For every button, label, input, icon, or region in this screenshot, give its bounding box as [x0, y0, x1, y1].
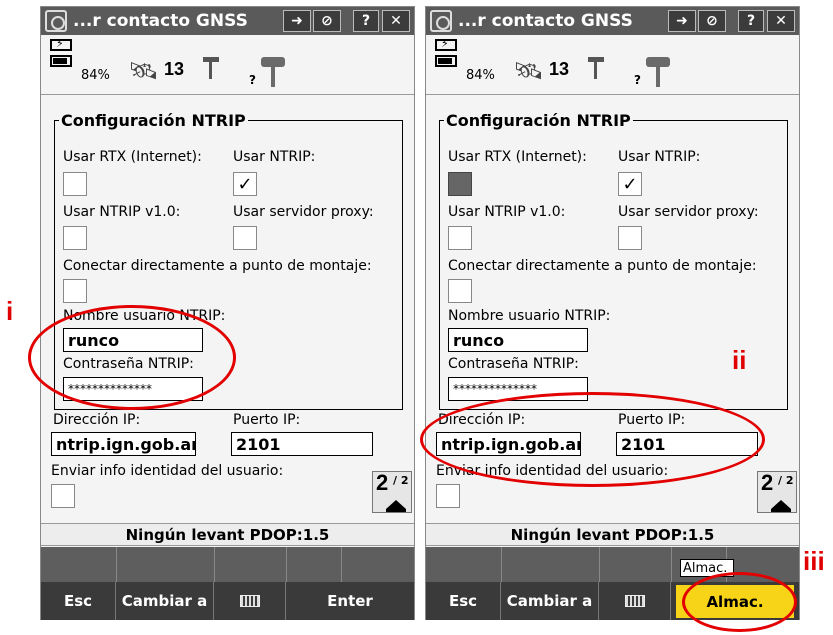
disable-icon[interactable]: ⊘ [313, 10, 341, 32]
group-title: Configuración NTRIP [59, 111, 248, 130]
close-button[interactable]: ✕ [382, 10, 410, 32]
receiver-icon[interactable] [259, 57, 287, 87]
page-indicator-button[interactable]: 2 / 2 [757, 470, 797, 513]
satellite-icon[interactable]: 🛰 [128, 57, 158, 85]
status-bar: 84% 🛰 13 ? [426, 35, 799, 95]
ip-address-field[interactable]: ntrip.ign.gob.ar [51, 432, 196, 456]
trimble-logo-icon[interactable] [430, 10, 452, 32]
use-rtx-checkbox[interactable] [63, 172, 87, 196]
send-identity-checkbox[interactable] [51, 484, 75, 508]
title-bar: ...r contacto GNSS ➜ ⊘ ? ✕ [41, 7, 414, 35]
trimble-screen-right: ...r contacto GNSS ➜ ⊘ ? ✕ 84% 🛰 13 ? Co… [425, 6, 800, 620]
annotation-oval-iii [682, 572, 797, 632]
annotation-oval-ii [420, 392, 765, 487]
enter-button[interactable]: Enter [286, 582, 414, 620]
page-total: / 2 [393, 474, 409, 487]
satellite-count: 13 [549, 59, 570, 79]
ip-address-label: Dirección IP: [53, 412, 141, 428]
page-up-icon [771, 500, 791, 512]
ip-port-label: Puerto IP: [233, 412, 301, 428]
battery-icon[interactable] [50, 37, 76, 69]
connect-mount-label: Conectar directamente a punto de montaje… [448, 258, 757, 274]
use-proxy-checkbox[interactable] [233, 226, 257, 250]
use-ntrip-v1-label: Usar NTRIP v1.0: [448, 204, 566, 220]
softkey-row: Esc Cambiar a Enter [41, 582, 414, 620]
switch-to-button[interactable]: Cambiar a [116, 582, 214, 620]
keyboard-button[interactable] [214, 582, 286, 620]
use-ntrip-label: Usar NTRIP: [233, 149, 316, 165]
battery-icon[interactable] [435, 37, 461, 69]
receiver-icon[interactable] [644, 57, 672, 87]
page-current: 2 [761, 470, 774, 495]
connect-mount-label: Conectar directamente a punto de montaje… [63, 258, 372, 274]
keyboard-icon [239, 595, 260, 607]
use-proxy-label: Usar servidor proxy: [618, 204, 759, 220]
disable-icon[interactable]: ⊘ [698, 10, 726, 32]
trimble-logo-icon[interactable] [45, 10, 67, 32]
group-title: Configuración NTRIP [444, 111, 633, 130]
use-ntrip-checkbox[interactable]: ✓ [618, 172, 642, 196]
close-button[interactable]: ✕ [767, 10, 795, 32]
softkey-upper-row [41, 547, 414, 582]
antenna-icon[interactable] [586, 55, 606, 79]
connect-icon[interactable]: ➜ [668, 10, 696, 32]
password-label: Contraseña NTRIP: [448, 356, 579, 372]
annotation-i: i [6, 296, 14, 326]
username-field[interactable]: runco [448, 328, 588, 352]
ip-port-field[interactable]: 2101 [231, 432, 373, 456]
connect-mount-checkbox[interactable] [63, 279, 87, 303]
status-bar: 84% 🛰 13 ? [41, 35, 414, 95]
window-title: ...r contacto GNSS [73, 11, 248, 31]
satellite-count: 13 [164, 59, 185, 79]
keyboard-icon [624, 595, 645, 607]
satellite-icon[interactable]: 🛰 [513, 57, 543, 85]
switch-to-button[interactable]: Cambiar a [501, 582, 599, 620]
use-ntrip-v1-checkbox[interactable] [63, 226, 87, 250]
page-up-icon [386, 500, 406, 512]
use-ntrip-v1-checkbox[interactable] [448, 226, 472, 250]
use-rtx-checkbox[interactable] [448, 172, 472, 196]
use-rtx-label: Usar RTX (Internet): [448, 149, 587, 165]
send-identity-checkbox[interactable] [436, 484, 460, 508]
keyboard-button[interactable] [599, 582, 671, 620]
use-ntrip-label: Usar NTRIP: [618, 149, 701, 165]
annotation-oval-i [28, 305, 236, 410]
send-identity-label: Enviar info identidad del usuario: [51, 463, 284, 479]
battery-percentage: 84% [466, 68, 495, 83]
use-ntrip-checkbox[interactable]: ✓ [233, 172, 257, 196]
connect-icon[interactable]: ➜ [283, 10, 311, 32]
use-ntrip-v1-label: Usar NTRIP v1.0: [63, 204, 181, 220]
page-total: / 2 [778, 474, 794, 487]
survey-status-line: Ningún levant PDOP:1.5 [426, 523, 799, 546]
esc-button[interactable]: Esc [41, 582, 116, 620]
username-label: Nombre usuario NTRIP: [448, 308, 611, 324]
annotation-ii: ii [732, 345, 747, 375]
page-current: 2 [376, 470, 389, 495]
unknown-mark: ? [249, 73, 256, 87]
battery-percentage: 84% [81, 68, 110, 83]
antenna-icon[interactable] [201, 55, 221, 79]
annotation-iii: iii [803, 546, 825, 576]
connect-mount-checkbox[interactable] [448, 279, 472, 303]
unknown-mark: ? [634, 73, 641, 87]
esc-button[interactable]: Esc [426, 582, 501, 620]
help-button[interactable]: ? [353, 10, 379, 32]
use-proxy-label: Usar servidor proxy: [233, 204, 374, 220]
page-indicator-button[interactable]: 2 / 2 [372, 470, 412, 513]
help-button[interactable]: ? [738, 10, 764, 32]
use-proxy-checkbox[interactable] [618, 226, 642, 250]
survey-status-line: Ningún levant PDOP:1.5 [41, 523, 414, 546]
window-title: ...r contacto GNSS [458, 11, 633, 31]
use-rtx-label: Usar RTX (Internet): [63, 149, 202, 165]
title-bar: ...r contacto GNSS ➜ ⊘ ? ✕ [426, 7, 799, 35]
